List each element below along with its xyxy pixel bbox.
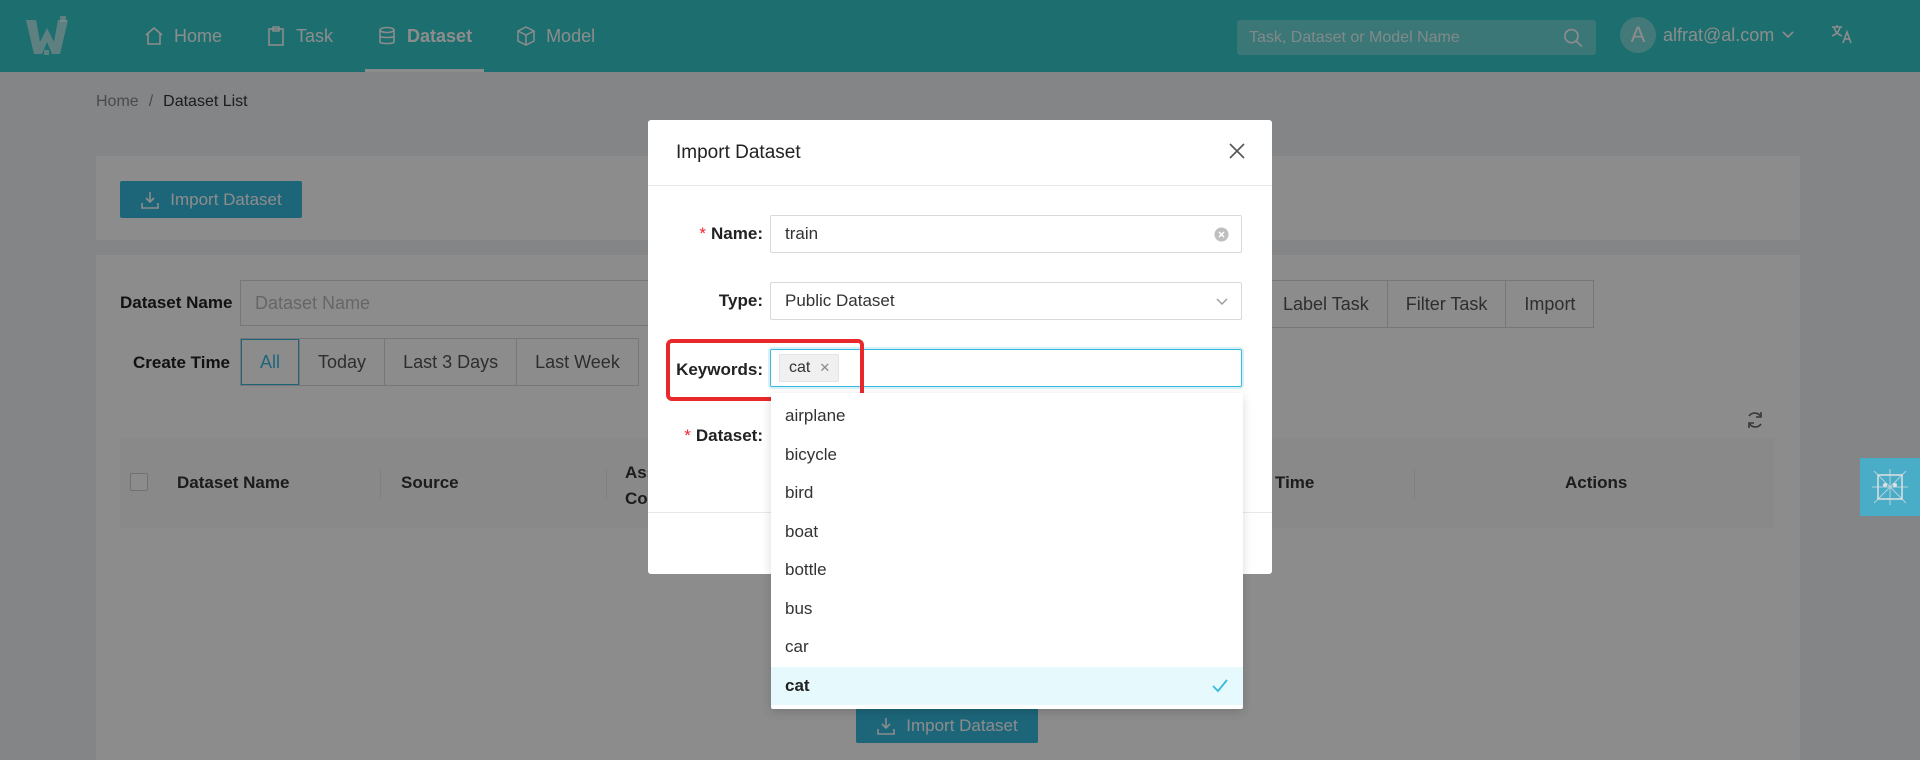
modal-title: Import Dataset (676, 142, 801, 163)
assistant-widget[interactable] (1860, 458, 1920, 516)
keyword-option-selected[interactable]: cat (771, 666, 1243, 705)
name-input-value: train (785, 224, 819, 243)
robot-face-icon (1872, 469, 1908, 505)
clear-circle-icon[interactable] (1214, 227, 1229, 242)
dataset-field-label: * Dataset: (684, 426, 763, 445)
keywords-dropdown: airplane bicycle bird boat bottle bus ca… (771, 393, 1243, 709)
keyword-option[interactable]: car (771, 628, 1243, 667)
type-select[interactable]: Public Dataset (770, 282, 1242, 320)
type-field-label: Type: (718, 291, 763, 310)
close-icon[interactable] (1228, 142, 1246, 160)
chevron-down-icon (1216, 298, 1228, 305)
keyword-option[interactable]: airplane (771, 397, 1243, 436)
name-input[interactable]: train (770, 215, 1242, 253)
keywords-highlight-box (666, 339, 864, 401)
modal-header-divider (648, 185, 1272, 186)
keyword-option[interactable]: bird (771, 474, 1243, 513)
required-asterisk: * (684, 426, 691, 445)
keyword-option[interactable]: boat (771, 513, 1243, 552)
keyword-option[interactable]: bicycle (771, 436, 1243, 475)
name-field-label: * Name: (699, 224, 763, 243)
type-select-value: Public Dataset (785, 291, 895, 310)
keyword-option[interactable]: bus (771, 590, 1243, 629)
keyword-option[interactable]: bottle (771, 551, 1243, 590)
check-icon (1212, 678, 1228, 692)
required-asterisk: * (699, 224, 707, 243)
